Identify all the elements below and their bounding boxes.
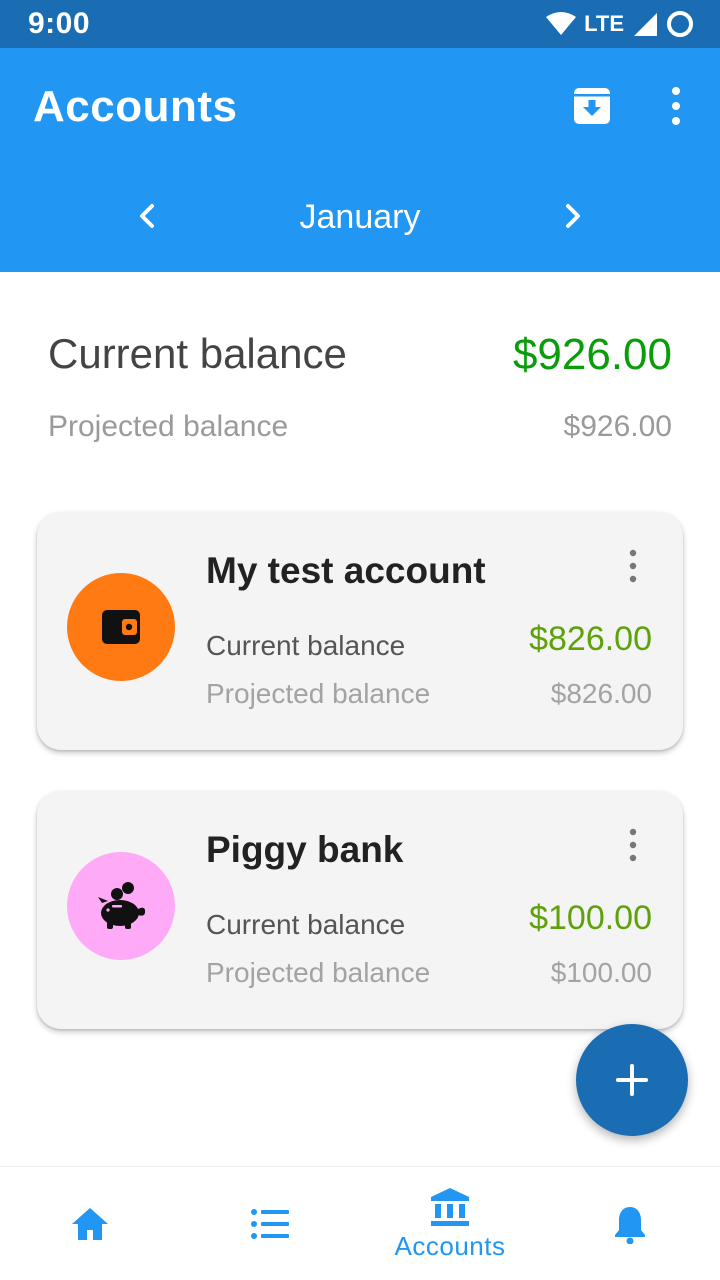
plus-icon [616, 1064, 648, 1096]
account-avatar [67, 852, 175, 960]
status-time: 9:00 [28, 7, 91, 40]
projected-balance-label: Projected balance [48, 410, 289, 443]
bank-icon [431, 1187, 469, 1226]
nav-transactions[interactable] [180, 1167, 360, 1280]
list-icon [251, 1209, 289, 1239]
more-options-button[interactable] [660, 84, 692, 128]
account-current-label: Current balance [206, 630, 406, 661]
battery-icon [667, 11, 693, 37]
previous-month-button[interactable] [128, 196, 168, 236]
account-menu-button[interactable] [621, 546, 645, 586]
bottom-navigation: Accounts [0, 1166, 720, 1280]
current-balance-value: $926.00 [512, 330, 672, 379]
nav-home[interactable] [0, 1167, 180, 1280]
home-icon [72, 1208, 108, 1240]
more-vert-icon [629, 549, 637, 583]
account-projected-label: Projected balance [206, 678, 431, 709]
account-projected-value: $826.00 [550, 678, 652, 709]
projected-balance-value: $926.00 [563, 410, 672, 443]
account-current-value: $826.00 [529, 620, 652, 658]
status-icons: LTE [546, 9, 694, 39]
wallet-icon [102, 610, 140, 644]
account-card-piggy-bank[interactable]: Piggy bank Current balance $100.00 Proje… [37, 791, 683, 1029]
signal-icon [634, 13, 657, 36]
app-bar: Accounts January [0, 48, 720, 272]
nav-notifications[interactable] [540, 1167, 720, 1280]
account-card-my-test-account[interactable]: My test account Current balance $826.00 … [37, 512, 683, 750]
account-projected-value: $100.00 [550, 957, 652, 988]
summary-current-row: Current balance $926.00 Projected balanc… [48, 330, 672, 443]
add-account-button[interactable] [576, 1024, 688, 1136]
account-current-value: $100.00 [529, 899, 652, 937]
account-projected-label: Projected balance [206, 957, 431, 988]
chevron-right-icon [566, 204, 580, 228]
next-month-button[interactable] [552, 196, 592, 236]
archive-button[interactable] [572, 86, 612, 126]
month-label: January [299, 198, 421, 236]
bell-icon [615, 1207, 645, 1244]
nav-accounts[interactable]: Accounts [360, 1167, 540, 1280]
network-type-label: LTE [584, 11, 624, 36]
chevron-left-icon [140, 204, 154, 228]
account-menu-button[interactable] [621, 825, 645, 865]
nav-accounts-label: Accounts [394, 1230, 506, 1261]
wifi-icon [546, 12, 577, 35]
account-avatar [67, 573, 175, 681]
account-current-label: Current balance [206, 909, 406, 940]
more-vert-icon [672, 87, 680, 125]
more-vert-icon [629, 828, 637, 862]
account-name: My test account [206, 550, 486, 591]
account-name: Piggy bank [206, 829, 404, 870]
current-balance-label: Current balance [48, 330, 347, 377]
page-title: Accounts [33, 82, 238, 131]
status-bar: 9:00 LTE [0, 0, 720, 48]
balance-summary: Current balance $926.00 Projected balanc… [48, 330, 672, 443]
archive-icon [574, 88, 610, 124]
piggy-bank-icon [98, 882, 146, 929]
